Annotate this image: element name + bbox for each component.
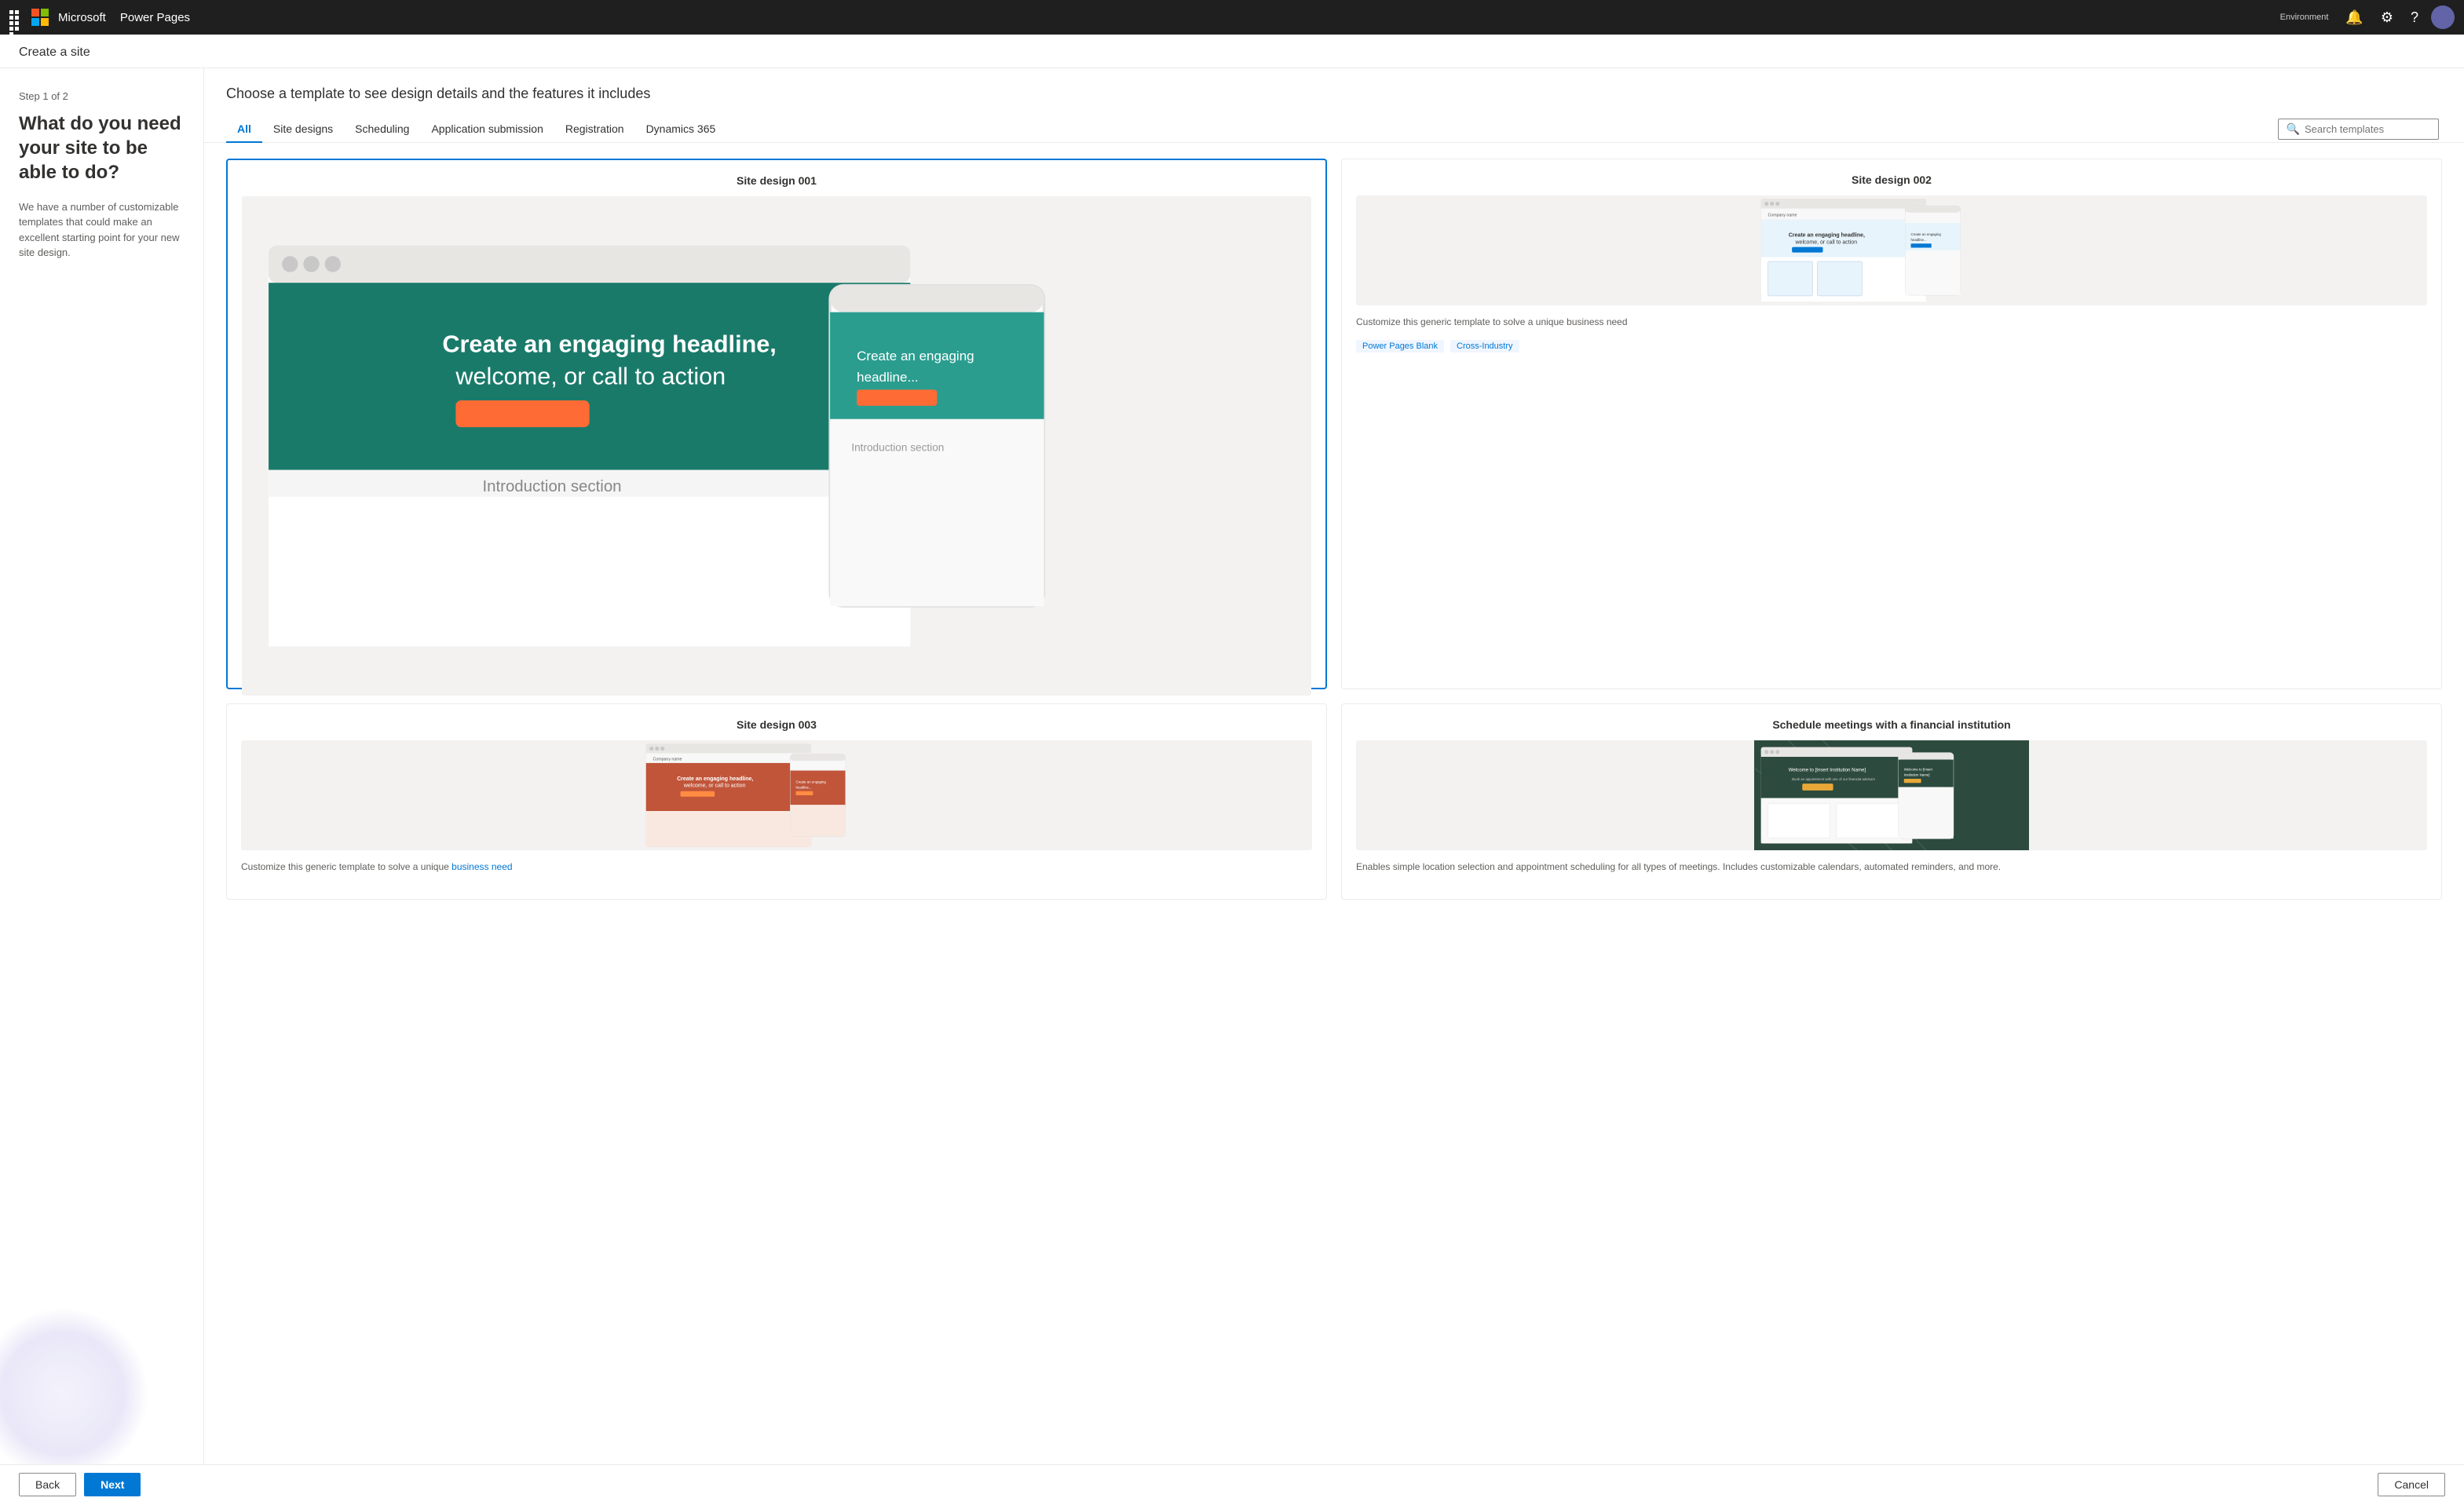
svg-text:Introduction section: Introduction section — [851, 442, 944, 454]
svg-text:welcome, or call to action: welcome, or call to action — [1795, 239, 1858, 245]
svg-text:Create an engaging headline,: Create an engaging headline, — [442, 331, 776, 358]
tag-power-pages-blank: Power Pages Blank — [1356, 340, 1444, 353]
content-title: Choose a template to see design details … — [226, 86, 2442, 102]
tab-application-submission[interactable]: Application submission — [420, 116, 554, 143]
template-grid: Site design 001 Create an engaging headl… — [204, 143, 2464, 1464]
svg-text:Company name: Company name — [653, 757, 682, 762]
svg-text:Create an engaging headline,: Create an engaging headline, — [677, 776, 753, 782]
tab-dynamics-365[interactable]: Dynamics 365 — [635, 116, 727, 143]
svg-text:welcome, or call to action: welcome, or call to action — [683, 783, 746, 788]
svg-text:Welcome to [Insert Institution: Welcome to [Insert Institution Name] — [1789, 767, 1866, 773]
template-preview-004: Welcome to [Insert Institution Name] Boo… — [1356, 740, 2427, 850]
tab-scheduling[interactable]: Scheduling — [344, 116, 420, 143]
notifications-button[interactable]: 🔔 — [2341, 6, 2367, 29]
search-icon: 🔍 — [2287, 122, 2300, 136]
settings-button[interactable]: ⚙ — [2376, 6, 2398, 29]
app-launcher-icon[interactable] — [9, 10, 24, 24]
svg-text:Create an engaging: Create an engaging — [1911, 232, 1942, 236]
template-desc-002: Customize this generic template to solve… — [1356, 315, 2427, 329]
template-desc-link-003[interactable]: business need — [451, 861, 512, 872]
template-card-site-design-003[interactable]: Site design 003 Company name — [226, 703, 1327, 900]
template-tags-002: Power Pages Blank Cross-Industry — [1356, 340, 2427, 353]
back-button[interactable]: Back — [19, 1473, 76, 1496]
page-header: Create a site — [0, 35, 2464, 68]
svg-text:welcome, or call to action: welcome, or call to action — [455, 363, 726, 390]
template-desc-003: Customize this generic template to solve… — [241, 860, 1312, 874]
template-card-site-design-001[interactable]: Site design 001 Create an engaging headl… — [226, 159, 1327, 689]
microsoft-logo — [31, 9, 49, 26]
svg-text:Book an appointment with one o: Book an appointment with one of our fina… — [1792, 777, 1875, 781]
svg-text:headline...: headline... — [857, 370, 919, 385]
svg-text:Company name: Company name — [1768, 213, 1797, 217]
template-preview-001: Create an engaging headline, welcome, or… — [242, 196, 1311, 696]
sidebar-description: We have a number of customizable templat… — [19, 199, 185, 261]
svg-text:headline...: headline... — [1911, 238, 1927, 242]
svg-text:Create an engaging: Create an engaging — [796, 780, 827, 784]
template-desc-004: Enables simple location selection and ap… — [1356, 860, 2427, 874]
svg-text:Institution Name]: Institution Name] — [1904, 773, 1930, 776]
svg-text:Introduction section: Introduction section — [482, 478, 621, 495]
page-title: Create a site — [19, 46, 2445, 60]
template-card-site-design-002[interactable]: Site design 002 Company name — [1341, 159, 2442, 689]
environment-info: Environment — [2280, 13, 2329, 22]
content-header: Choose a template to see design details … — [204, 68, 2464, 116]
template-preview-002: Company name Create an engaging headline… — [1356, 195, 2427, 305]
content-area: Choose a template to see design details … — [204, 68, 2464, 1464]
tab-all[interactable]: All — [226, 116, 262, 143]
template-title-002: Site design 002 — [1356, 174, 2427, 186]
product-name: Power Pages — [120, 11, 190, 24]
tag-cross-industry-002: Cross-Industry — [1450, 340, 1519, 353]
template-title-004: Schedule meetings with a financial insti… — [1356, 718, 2427, 731]
search-input[interactable] — [2305, 123, 2430, 135]
next-button[interactable]: Next — [84, 1473, 141, 1496]
cancel-button[interactable]: Cancel — [2378, 1473, 2445, 1496]
top-navigation: Microsoft Power Pages Environment 🔔 ⚙ ? — [0, 0, 2464, 35]
footer: Back Next Cancel — [0, 1464, 2464, 1503]
svg-text:Create an engaging: Create an engaging — [857, 349, 974, 363]
svg-text:Welcome to [Insert: Welcome to [Insert — [1904, 767, 1933, 771]
sidebar-heading: What do you need your site to be able to… — [19, 111, 185, 185]
sidebar: Step 1 of 2 What do you need your site t… — [0, 68, 204, 1464]
svg-text:Create an engaging headline,: Create an engaging headline, — [1789, 233, 1865, 239]
help-button[interactable]: ? — [2406, 6, 2423, 29]
main-layout: Step 1 of 2 What do you need your site t… — [0, 68, 2464, 1464]
template-title-003: Site design 003 — [241, 718, 1312, 731]
search-box[interactable]: 🔍 — [2278, 119, 2439, 140]
step-indicator: Step 1 of 2 — [19, 90, 185, 102]
sidebar-watermark — [0, 1307, 149, 1464]
user-avatar[interactable] — [2431, 5, 2455, 29]
company-name: Microsoft — [58, 11, 106, 24]
template-title-001: Site design 001 — [242, 174, 1311, 187]
svg-text:headline...: headline... — [796, 785, 812, 789]
template-tabs: All Site designs Scheduling Application … — [204, 116, 2464, 143]
tab-site-designs[interactable]: Site designs — [262, 116, 344, 143]
environment-label: Environment — [2280, 13, 2329, 22]
template-preview-003: Company name Create an engaging headline… — [241, 740, 1312, 850]
tab-registration[interactable]: Registration — [554, 116, 635, 143]
template-card-schedule-meetings[interactable]: Schedule meetings with a financial insti… — [1341, 703, 2442, 900]
